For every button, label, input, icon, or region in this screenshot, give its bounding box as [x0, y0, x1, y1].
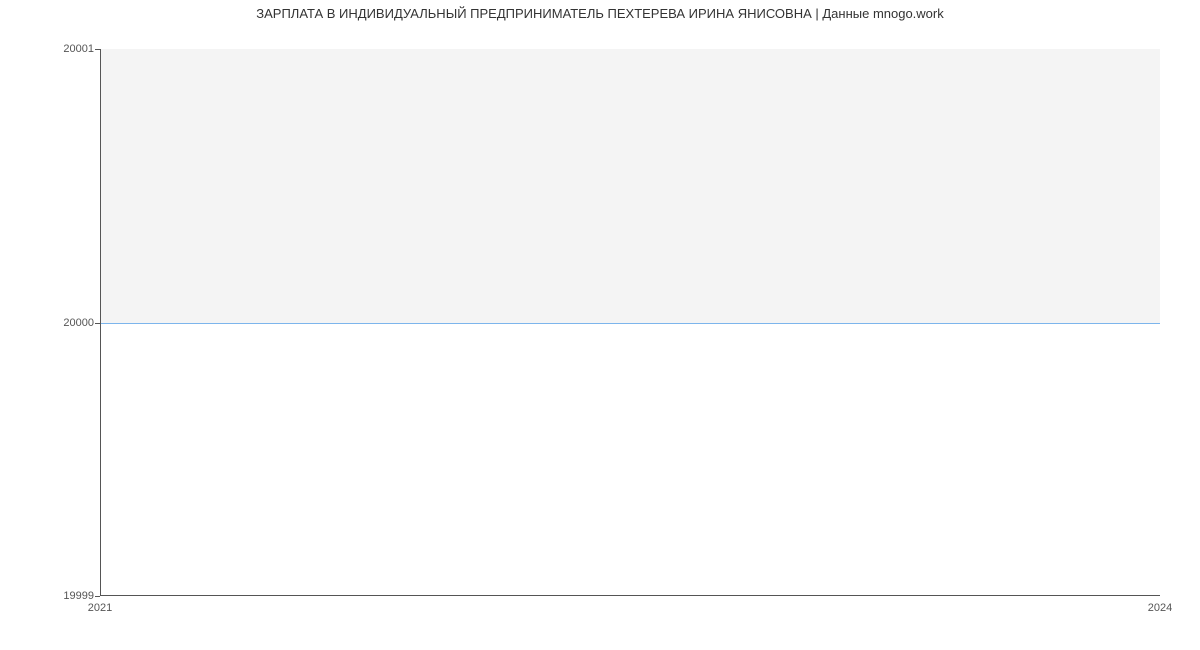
x-tick-label-left: 2021: [88, 602, 112, 614]
chart-container: ЗАРПЛАТА В ИНДИВИДУАЛЬНЫЙ ПРЕДПРИНИМАТЕЛ…: [0, 0, 1200, 650]
series-line: [101, 323, 1160, 324]
plot-area: [100, 49, 1160, 596]
y-tick-label-top: 20001: [63, 43, 94, 55]
y-tick-label-mid: 20000: [63, 317, 94, 329]
chart-title: ЗАРПЛАТА В ИНДИВИДУАЛЬНЫЙ ПРЕДПРИНИМАТЕЛ…: [0, 6, 1200, 21]
y-tick-label-bot: 19999: [63, 590, 94, 602]
x-tick-label-right: 2024: [1148, 602, 1172, 614]
series-area-fill: [101, 49, 1160, 323]
y-tick-mark: [95, 596, 100, 597]
